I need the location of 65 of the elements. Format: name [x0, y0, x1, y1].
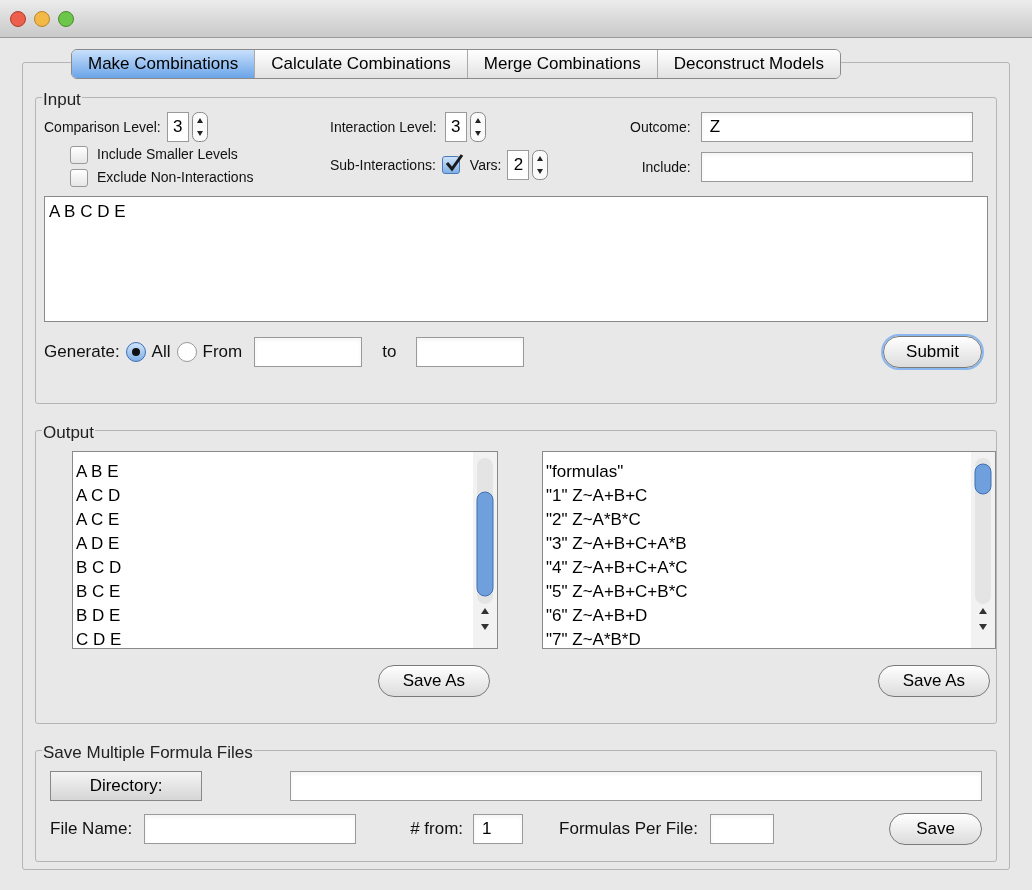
- list-item[interactable]: C D E: [76, 628, 473, 652]
- directory-button[interactable]: Directory:: [50, 771, 202, 801]
- radio-button[interactable]: [125, 341, 146, 362]
- checkmark-icon: [443, 153, 464, 173]
- scrollbar[interactable]: [971, 452, 995, 648]
- list-item[interactable]: A C D: [76, 484, 473, 508]
- field-label: Include:: [641, 157, 691, 177]
- list-item[interactable]: "2" Z~A*B*C: [546, 508, 971, 532]
- include-field[interactable]: [700, 152, 973, 182]
- list-item[interactable]: "4" Z~A+B+C+A*C: [546, 556, 971, 580]
- tab[interactable]: Merge Combinations: [466, 50, 657, 78]
- from-number-field[interactable]: 1: [473, 813, 524, 844]
- stepper-icon[interactable]: [191, 112, 208, 142]
- list-item[interactable]: B C E: [76, 580, 473, 604]
- field-label: From: [202, 341, 243, 363]
- list-item[interactable]: A D E: [76, 532, 473, 556]
- variables-field[interactable]: A B C D E: [44, 196, 988, 322]
- field-label: Generate:: [44, 341, 120, 363]
- field-label: Vars:: [469, 155, 502, 175]
- tab[interactable]: Calculate Combinations: [254, 50, 467, 78]
- minimize-button[interactable]: [34, 10, 50, 27]
- list-item[interactable]: "1" Z~A+B+C: [546, 484, 971, 508]
- list-item[interactable]: "6" Z~A+B+D: [546, 604, 971, 628]
- file-name-field[interactable]: [144, 813, 357, 844]
- list-item[interactable]: A B E: [76, 460, 473, 484]
- to-field[interactable]: [416, 336, 525, 367]
- list-item[interactable]: "5" Z~A+B+C+B*C: [546, 580, 971, 604]
- field-label: Comparison Level:: [44, 117, 161, 137]
- outcome-field[interactable]: Z: [700, 112, 973, 142]
- stepper-icon[interactable]: [532, 150, 549, 180]
- field-label: Exclude Non-Interactions: [97, 168, 254, 187]
- field-label: Sub-Interactions:: [330, 155, 436, 175]
- from-field[interactable]: [254, 336, 363, 367]
- field-label: to: [382, 341, 397, 363]
- save-button[interactable]: Save: [889, 813, 982, 845]
- number-field[interactable]: 2: [507, 150, 530, 180]
- tab[interactable]: Deconstruct Models: [656, 50, 840, 78]
- field-label: Interaction Level:: [330, 117, 437, 137]
- checkbox[interactable]: [70, 168, 88, 187]
- field-label: Formulas Per File:: [559, 818, 698, 840]
- close-button[interactable]: [10, 10, 26, 27]
- field-label: Outcome:: [630, 117, 691, 137]
- save-as-button[interactable]: Save As: [377, 665, 490, 697]
- number-field[interactable]: 3: [166, 112, 189, 142]
- field-label: File Name:: [50, 818, 133, 840]
- stepper-icon[interactable]: [469, 112, 486, 142]
- list-item[interactable]: B D E: [76, 604, 473, 628]
- list-item[interactable]: B C D: [76, 556, 473, 580]
- tab[interactable]: Make Combinations: [72, 50, 255, 78]
- field-label: All: [151, 341, 171, 363]
- field-label: Include Smaller Levels: [97, 145, 238, 164]
- field-label: # from:: [410, 818, 464, 840]
- radio-button[interactable]: [176, 341, 197, 362]
- checkbox[interactable]: [70, 145, 88, 164]
- scrollbar[interactable]: [473, 452, 497, 648]
- list-item[interactable]: "7" Z~A*B*D: [546, 628, 971, 652]
- list-item[interactable]: "formulas": [546, 460, 971, 484]
- save-as-button[interactable]: Save As: [877, 665, 990, 697]
- list-item[interactable]: "3" Z~A+B+C+A*B: [546, 532, 971, 556]
- submit-button[interactable]: Submit: [883, 336, 982, 368]
- directory-field[interactable]: [290, 771, 982, 801]
- zoom-button[interactable]: [58, 10, 74, 27]
- list-item[interactable]: A C E: [76, 508, 473, 532]
- per-file-field[interactable]: [709, 813, 774, 844]
- number-field[interactable]: 3: [444, 112, 467, 142]
